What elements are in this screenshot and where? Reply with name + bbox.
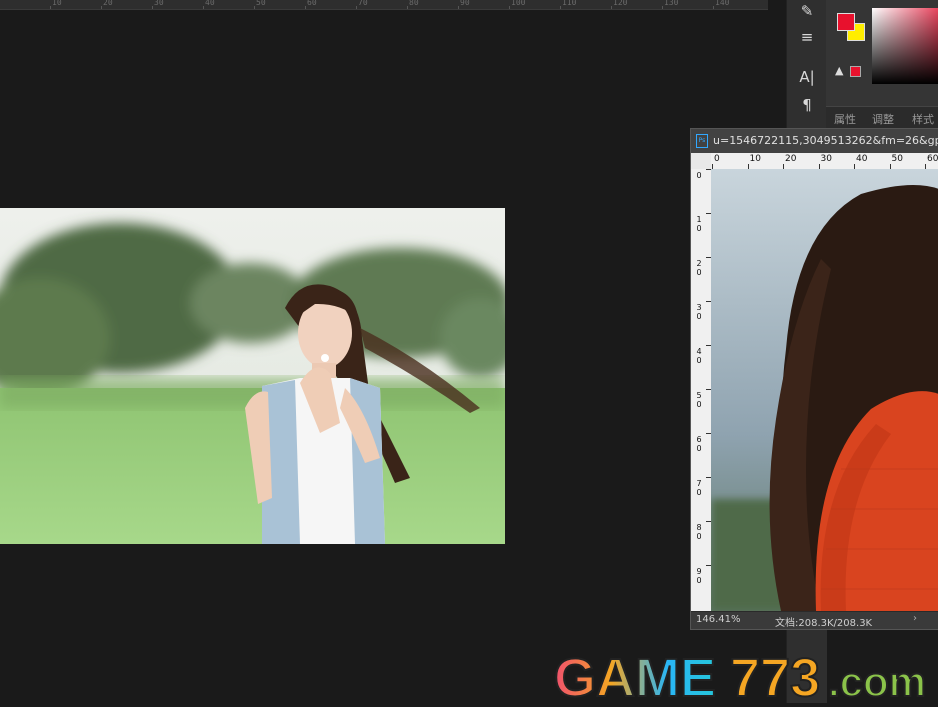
document-window[interactable]: Ps u=1546722115,3049513262&fm=26&gp 0 10 2… (690, 128, 938, 630)
ruler-tick-label: 40 (205, 0, 215, 7)
doc-vruler-label: 1 0 (696, 215, 702, 233)
foreground-color-swatch[interactable] (837, 13, 855, 31)
ruler-tick (407, 6, 408, 9)
ruler-tick (713, 6, 714, 9)
paragraph-icon[interactable]: ¶ (795, 94, 819, 116)
ruler-tick (509, 6, 510, 9)
doc-vruler-label: 2 0 (696, 259, 702, 277)
svg-text:.com: .com (828, 658, 926, 703)
ruler-tick (101, 6, 102, 9)
doc-ruler-label: 40 (856, 154, 868, 164)
tab-styles[interactable]: 样式 (912, 111, 934, 127)
brush-icon[interactable]: ✎ (795, 0, 819, 22)
ruler-tick-label: 20 (103, 0, 113, 7)
document-status-bar: 146.41% 文档:208.3K/208.3K › (691, 611, 938, 629)
game773-watermark-logo: GAME 773 .com (552, 646, 938, 707)
document-size: 文档:208.3K/208.3K (775, 618, 873, 629)
tab-properties[interactable]: 属性 (834, 111, 856, 127)
ruler-corner (691, 153, 712, 170)
doc-vruler-label: 0 (696, 171, 702, 180)
doc-ruler-label: 30 (820, 154, 832, 164)
gamut-warning-swatch[interactable] (850, 66, 861, 77)
document-title-bar[interactable]: Ps u=1546722115,3049513262&fm=26&gp (691, 129, 938, 154)
ruler-tick (458, 6, 459, 9)
ruler-tick-label: 120 (613, 0, 628, 7)
ruler-tick-label: 80 (409, 0, 419, 7)
tab-adjustments[interactable]: 调整 (872, 111, 894, 127)
ps-file-icon: Ps (696, 134, 708, 148)
horizontal-ruler: 10 20 30 40 50 60 70 80 90 100 110 120 130 140 (0, 0, 768, 10)
ruler-tick (305, 6, 306, 9)
ruler-tick (662, 6, 663, 9)
doc-ruler-label: 50 (891, 154, 903, 164)
ruler-tick-label: 140 (715, 0, 730, 7)
ruler-tick (254, 6, 255, 9)
color-panel: ▲ (826, 0, 938, 106)
doc-ruler-label: 0 (714, 154, 720, 164)
doc-ruler-label: 60 (927, 154, 938, 164)
zoom-level[interactable]: 146.41% (696, 614, 741, 625)
adjustment-sliders-icon[interactable]: ≡ (795, 26, 819, 48)
panel-tabs: 属性 调整 样式 (826, 106, 938, 129)
doc-vruler-label: 9 0 (696, 567, 702, 585)
svg-text:GAME: GAME (554, 648, 716, 703)
doc-vruler-label: 4 0 (696, 347, 702, 365)
doc-vruler-label: 7 0 (696, 479, 702, 497)
ruler-tick-label: 10 (52, 0, 62, 7)
color-picker-field[interactable] (872, 8, 938, 84)
ruler-tick (560, 6, 561, 9)
doc-vruler-label: 8 0 (696, 523, 702, 541)
ruler-tick-label: 50 (256, 0, 266, 7)
ruler-tick-label: 90 (460, 0, 470, 7)
doc-ruler-label: 10 (749, 154, 761, 164)
doc-vruler-label: 6 0 (696, 435, 702, 453)
ruler-tick (611, 6, 612, 9)
ruler-tick-label: 30 (154, 0, 164, 7)
ruler-tick-label: 70 (358, 0, 368, 7)
doc-vruler-label: 5 0 (696, 391, 702, 409)
gamut-warning-icon[interactable]: ▲ (835, 64, 843, 77)
main-canvas-photo (0, 208, 505, 544)
ruler-tick (356, 6, 357, 9)
ruler-tick-label: 60 (307, 0, 317, 7)
ruler-tick-label: 130 (664, 0, 679, 7)
doc-vruler-label: 3 0 (696, 303, 702, 321)
ruler-tick-label: 110 (562, 0, 577, 7)
document-vertical-ruler: 0 1 0 2 0 3 0 4 0 5 0 6 0 7 0 8 0 9 0 (691, 169, 712, 611)
doc-ruler-label: 20 (785, 154, 797, 164)
document-title: u=1546722115,3049513262&fm=26&gp (713, 134, 938, 147)
ruler-tick (203, 6, 204, 9)
document-canvas-photo (711, 169, 938, 611)
document-horizontal-ruler: 0 10 20 30 40 50 60 (711, 153, 938, 170)
character-icon[interactable]: A| (795, 66, 819, 88)
ruler-tick (152, 6, 153, 9)
ruler-tick (50, 6, 51, 9)
svg-text:773: 773 (730, 648, 820, 703)
ruler-tick-label: 100 (511, 0, 526, 7)
status-menu-arrow-icon[interactable]: › (913, 613, 917, 624)
